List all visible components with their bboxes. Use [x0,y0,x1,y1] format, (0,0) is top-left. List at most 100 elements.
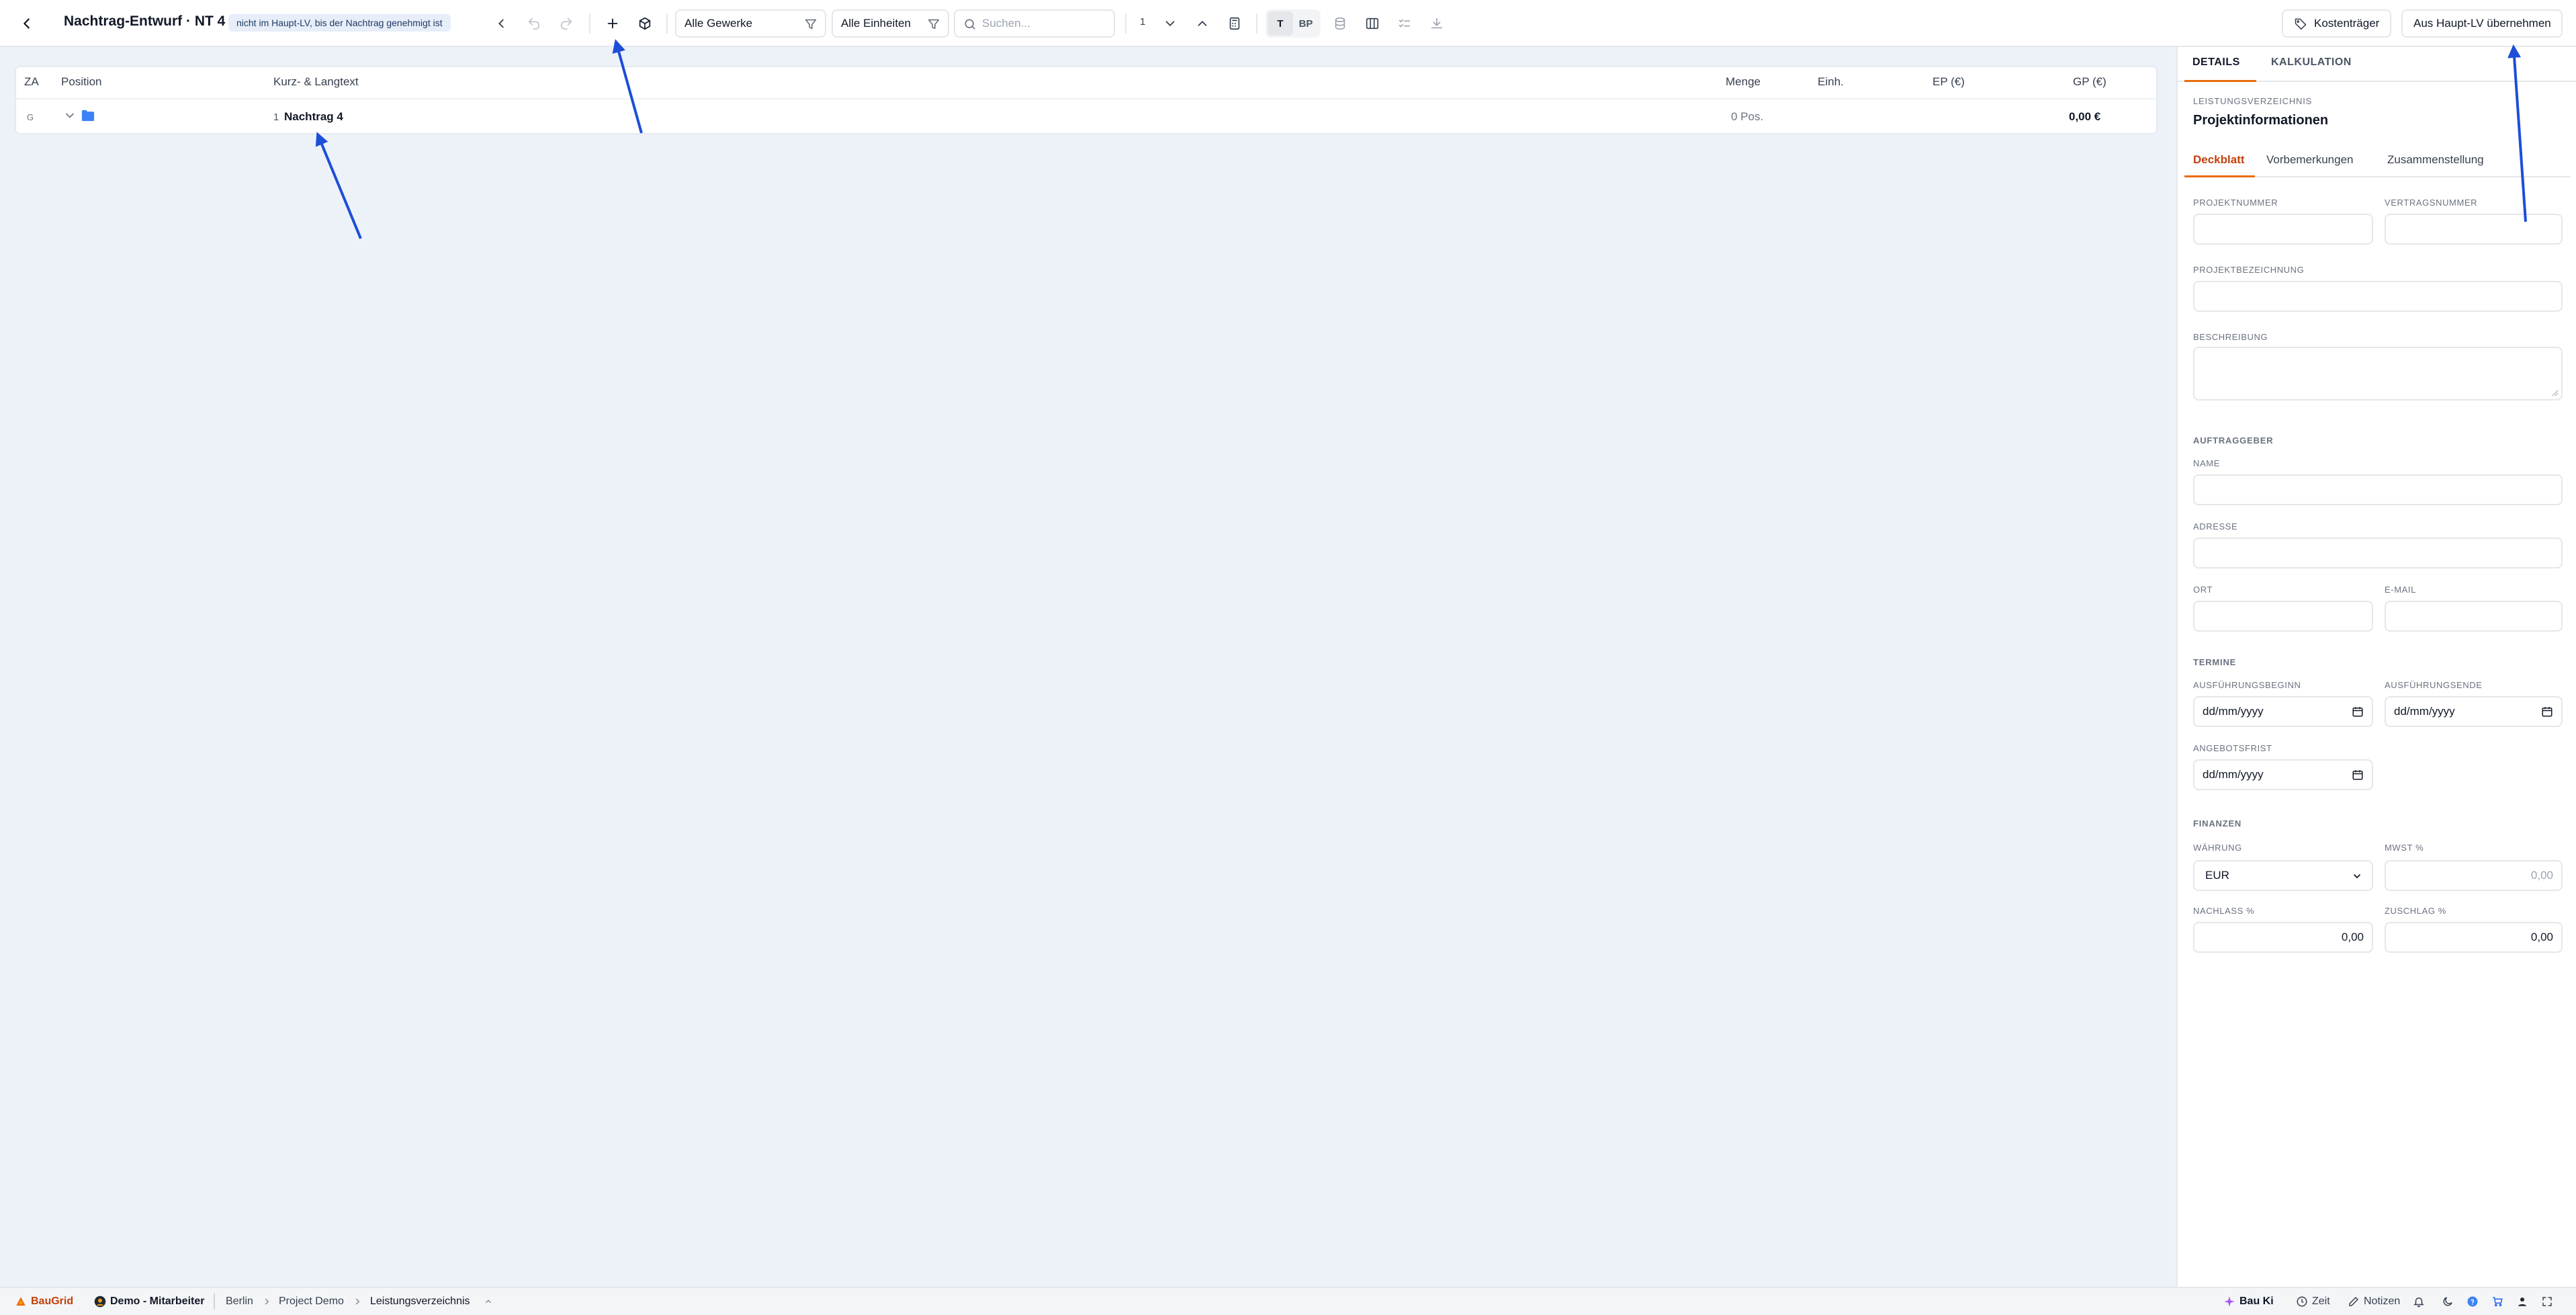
active-tab-indicator [2184,80,2256,82]
fullscreen-button[interactable] [2541,1296,2557,1308]
row-title[interactable]: Nachtrag 4 [284,110,343,124]
avatar [94,1296,106,1308]
beschreibung-textarea[interactable] [2193,347,2563,400]
user-menu[interactable]: Demo - Mitarbeiter [94,1296,204,1308]
projektnummer-input[interactable] [2193,214,2373,245]
search-icon [965,19,975,30]
table-row[interactable]: G 1 Nachtrag 4 0 Pos. 0,00 € [16,99,2156,136]
collapse-left-button[interactable] [488,10,515,37]
folder-icon [81,109,95,126]
bau-ki-button[interactable]: Bau Ki [2223,1296,2274,1308]
adresse-input[interactable] [2193,538,2563,568]
zuschlag-input[interactable] [2385,922,2563,953]
chevron-right-icon [265,1298,269,1305]
chevron-right-icon [355,1298,360,1305]
nachlass-input[interactable] [2193,922,2373,953]
mwst-input[interactable] [2385,860,2563,891]
redo-button[interactable] [553,10,580,37]
label-adresse: ADRESSE [2193,521,2238,532]
help-button[interactable] [2467,1296,2483,1308]
section-label: LEISTUNGSVERZEICHNIS [2193,96,2313,106]
tab-details[interactable]: DETAILS [2192,56,2240,69]
email-input[interactable] [2385,601,2563,632]
toggle-bp[interactable]: BP [1293,11,1319,36]
brand-link[interactable]: BauGrid [15,1296,73,1308]
kostentraeger-label: Kostenträger [2314,17,2380,30]
notifications-button[interactable] [2413,1296,2429,1308]
database-icon [1335,17,1345,30]
kostentraeger-button[interactable]: Kostenträger [2282,9,2392,38]
date-placeholder: dd/mm/yyyy [2203,768,2264,781]
collapse-level-button[interactable] [1189,10,1216,37]
lv-table: ZA Position Kurz- & Langtext Menge Einh.… [15,66,2158,134]
search-field[interactable] [954,9,1115,38]
dark-mode-button[interactable] [2442,1296,2458,1308]
aus-haupt-lv-label: Aus Haupt-LV übernehmen [2413,17,2551,30]
chevron-down-icon [2354,874,2360,879]
add-element-button[interactable] [631,10,658,37]
chevron-up-icon[interactable] [484,1296,493,1308]
column-header-gp: GP (€) [2073,75,2106,88]
back-button[interactable] [15,11,39,36]
cube-icon [639,17,651,30]
checklist-button[interactable] [1391,10,1418,37]
gewerke-filter[interactable]: Alle Gewerke [675,9,826,38]
section-title: Projektinformationen [2193,113,2329,128]
row-expand-toggle[interactable] [63,109,77,126]
resize-grip-icon[interactable] [2552,390,2559,396]
column-header-position: Position [61,75,102,88]
download-button[interactable] [1423,10,1450,37]
breadcrumb-current[interactable]: Leistungsverzeichnis [370,1296,470,1308]
columns-icon [1366,17,1379,30]
pencil-icon [2349,1297,2358,1306]
database-button[interactable] [1327,10,1353,37]
calculator-button[interactable] [1221,10,1248,37]
ort-input[interactable] [2193,601,2373,632]
subtab-deckblatt[interactable]: Deckblatt [2193,153,2245,167]
profile-button[interactable] [2516,1296,2532,1308]
row-za: G [27,112,34,122]
section-auftraggeber: AUFTRAGGEBER [2193,435,2274,446]
zeit-button[interactable]: Zeit [2296,1296,2330,1308]
toggle-t[interactable]: T [1268,11,1293,36]
label-ort: ORT [2193,585,2213,595]
projektbezeichnung-input[interactable] [2193,281,2563,312]
einheiten-filter-label: Alle Einheiten [841,17,911,30]
toolbar-divider [666,13,668,34]
tag-icon [2295,18,2307,30]
filter-icon [928,19,940,30]
filter-icon [805,19,817,30]
label-mwst: MWST % [2385,843,2424,853]
expand-level-button[interactable] [1157,10,1184,37]
zeit-label: Zeit [2312,1296,2330,1307]
angebotsfrist-date[interactable]: dd/mm/yyyy [2193,759,2373,790]
ausfuehrungsende-date[interactable]: dd/mm/yyyy [2385,696,2563,727]
search-input[interactable] [982,17,1103,30]
aus-haupt-lv-button[interactable]: Aus Haupt-LV übernehmen [2401,9,2563,38]
column-header-menge: Menge [1726,75,1761,88]
toolbar-divider [589,13,590,34]
breadcrumb-berlin[interactable]: Berlin [226,1296,253,1308]
add-position-button[interactable] [599,10,626,37]
notizen-button[interactable]: Notizen [2348,1296,2400,1308]
ausfuehrungsbeginn-date[interactable]: dd/mm/yyyy [2193,696,2373,727]
einheiten-filter[interactable]: Alle Einheiten [832,9,949,38]
row-number: 1 [273,112,279,123]
vertragsnummer-input[interactable] [2385,214,2563,245]
undo-button[interactable] [521,10,547,37]
columns-button[interactable] [1359,10,1386,37]
waehrung-select[interactable]: EUR [2193,860,2373,891]
subtab-vorbemerkungen[interactable]: Vorbemerkungen [2266,153,2353,167]
subtab-zusammenstellung[interactable]: Zusammenstellung [2387,153,2484,167]
label-beschreibung: BESCHREIBUNG [2193,332,2268,342]
row-menge: 0 Pos. [1731,110,1764,123]
cart-button[interactable] [2491,1296,2507,1308]
footer-divider [214,1293,215,1310]
name-input[interactable] [2193,474,2563,505]
tab-kalkulation[interactable]: KALKULATION [2271,56,2352,69]
date-placeholder: dd/mm/yyyy [2203,705,2264,718]
breadcrumb-project[interactable]: Project Demo [279,1296,344,1308]
label-nachlass: NACHLASS % [2193,906,2255,916]
help-icon [2467,1296,2478,1307]
status-bar: BauGrid Demo - Mitarbeiter Berlin Projec… [0,1287,2576,1315]
